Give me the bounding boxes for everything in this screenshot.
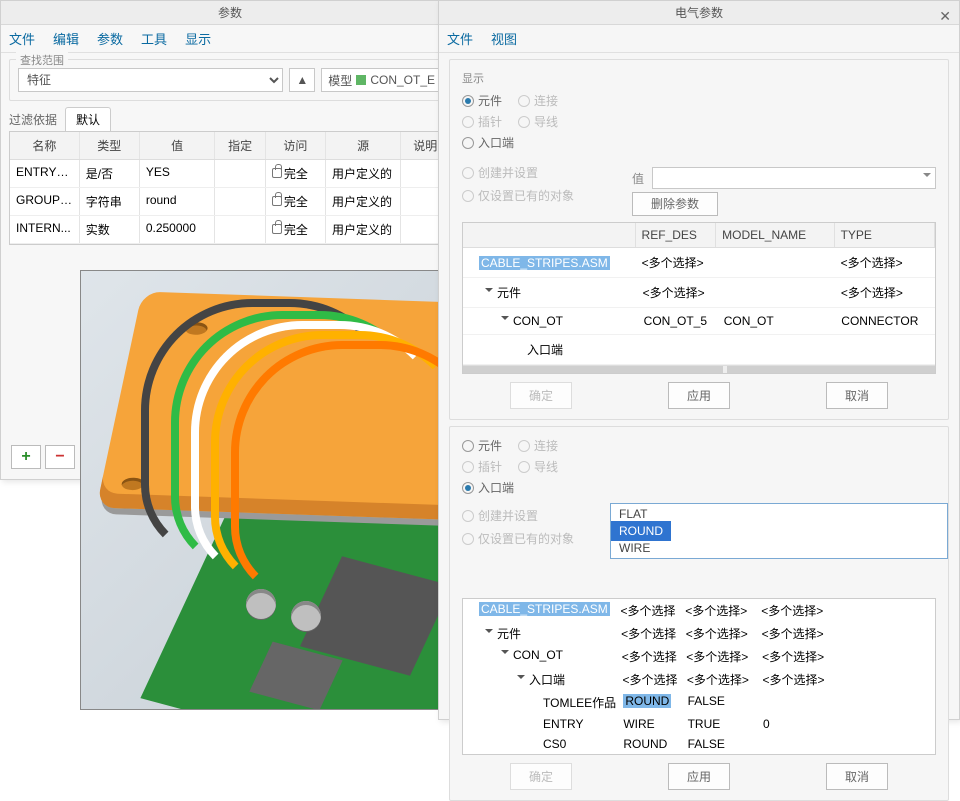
- expand-icon[interactable]: [517, 675, 525, 683]
- cancel-button-b[interactable]: 取消: [826, 763, 888, 790]
- search-scope-select[interactable]: 特征: [18, 68, 283, 92]
- radio-元件[interactable]: 元件: [462, 437, 502, 454]
- col-source[interactable]: 源: [326, 132, 402, 159]
- cancel-button-a[interactable]: 取消: [826, 382, 888, 409]
- tree-row[interactable]: CABLE_STRIPES.ASM <多个选择><多个选择>: [463, 248, 935, 278]
- radio-连接: 连接: [518, 92, 558, 109]
- tree-row[interactable]: CON_OT CON_OT_5CON_OTCONNECTOR: [463, 308, 935, 335]
- radio-插针: 插针: [462, 458, 502, 475]
- col-access[interactable]: 访问: [266, 132, 326, 159]
- dropdown-option[interactable]: WIRE: [611, 538, 947, 558]
- ok-button-b[interactable]: 确定: [510, 763, 572, 790]
- model-icon: [356, 75, 366, 85]
- filter-label: 过滤依据: [9, 111, 57, 128]
- table-row[interactable]: GROUPI...字符串round 完全 用户定义的: [10, 188, 450, 216]
- remove-button[interactable]: −: [45, 445, 75, 469]
- expand-icon[interactable]: [501, 316, 509, 324]
- col-type[interactable]: 类型: [80, 132, 140, 159]
- expand-icon[interactable]: [485, 629, 493, 637]
- menu-tools[interactable]: 工具: [141, 29, 167, 48]
- menu-display[interactable]: 显示: [185, 29, 211, 48]
- electrical-params-panel: 电气参数 ✕ 文件 视图 显示 元件连接插针导线入口端 创建并设置仅设置已有的对…: [438, 0, 960, 720]
- lock-icon: [272, 196, 282, 206]
- parameters-table: 名称 类型 值 指定 访问 源 说明 ENTRY_...是/否YES 完全 用户…: [9, 131, 451, 245]
- radio-创建并设置: 创建并设置: [462, 507, 538, 524]
- add-button[interactable]: +: [11, 445, 41, 469]
- 3d-viewport[interactable]: [80, 270, 440, 710]
- col-name[interactable]: 名称: [10, 132, 80, 159]
- parameters-menu: 文件 编辑 参数 工具 显示: [1, 25, 459, 53]
- value-combo[interactable]: [652, 167, 936, 189]
- pick-icon[interactable]: ▲: [289, 68, 315, 92]
- tree-row[interactable]: CS0 ROUNDFALSE: [463, 734, 935, 754]
- radio-插针: 插针: [462, 113, 502, 130]
- wire-orange: [231, 341, 440, 601]
- chevron-down-icon: [923, 173, 931, 181]
- tree-row[interactable]: TOMLEE作品 ROUNDFALSE: [463, 691, 935, 714]
- expand-icon[interactable]: [501, 650, 509, 658]
- menu-params[interactable]: 参数: [97, 29, 123, 48]
- display-label: 显示: [462, 70, 936, 86]
- radio-入口端[interactable]: 入口端: [462, 134, 514, 151]
- tree-row[interactable]: 元件 <多个选择<多个选择><多个选择>: [463, 622, 935, 645]
- tree-table-b: CABLE_STRIPES.ASM <多个选择<多个选择><多个选择> 元件 <…: [462, 598, 936, 755]
- search-scope-label: 查找范围: [16, 52, 68, 68]
- apply-button-b[interactable]: 应用: [668, 763, 730, 790]
- tree-row[interactable]: CON_OT <多个选择<多个选择><多个选择>: [463, 645, 935, 668]
- search-scope-group: 查找范围 特征 ▲ 模型 CON_OT_E: [9, 59, 451, 101]
- menu-view-r[interactable]: 视图: [491, 29, 517, 48]
- dropdown-option[interactable]: ROUND: [611, 521, 671, 541]
- radio-导线: 导线: [518, 113, 558, 130]
- col-value[interactable]: 值: [140, 132, 216, 159]
- radio-连接: 连接: [518, 437, 558, 454]
- tree-table-a: REF_DES MODEL_NAME TYPE CABLE_STRIPES.AS…: [462, 222, 936, 374]
- electrical-title: 电气参数: [675, 1, 723, 25]
- radio-仅设置已有的对象: 仅设置已有的对象: [462, 187, 574, 204]
- clamp-icon: [246, 589, 276, 619]
- table-row[interactable]: ENTRY_...是/否YES 完全 用户定义的: [10, 160, 450, 188]
- parameters-title: 参数: [1, 1, 459, 25]
- radio-仅设置已有的对象: 仅设置已有的对象: [462, 530, 574, 547]
- menu-file-r[interactable]: 文件: [447, 29, 473, 48]
- clamp-icon: [291, 601, 321, 631]
- tree-row[interactable]: ENTRY WIRETRUE0: [463, 714, 935, 734]
- filter-tab-default[interactable]: 默认: [65, 107, 111, 131]
- apply-button-a[interactable]: 应用: [668, 382, 730, 409]
- table-row[interactable]: INTERN...实数0.250000 完全 用户定义的: [10, 216, 450, 244]
- tree-row[interactable]: 入口端 <多个选择<多个选择><多个选择>: [463, 668, 935, 691]
- value-label: 值: [632, 170, 644, 187]
- lower-section: 元件连接插针导线入口端 创建并设置仅设置已有的对象 值 ROUND CABLE_…: [449, 426, 949, 801]
- tree-row[interactable]: CABLE_STRIPES.ASM <多个选择<多个选择><多个选择>: [463, 599, 935, 622]
- radio-元件[interactable]: 元件: [462, 92, 502, 109]
- model-select[interactable]: 模型 CON_OT_E: [321, 68, 442, 92]
- tree-row[interactable]: 入口端: [463, 335, 935, 365]
- expand-icon[interactable]: [485, 288, 493, 296]
- menu-file[interactable]: 文件: [9, 29, 35, 48]
- lock-icon: [272, 168, 282, 178]
- value-dropdown[interactable]: FLATROUNDWIRE: [610, 503, 948, 559]
- col-assign[interactable]: 指定: [215, 132, 266, 159]
- ok-button-a[interactable]: 确定: [510, 382, 572, 409]
- delete-param-button[interactable]: 删除参数: [632, 192, 718, 216]
- upper-section: 显示 元件连接插针导线入口端 创建并设置仅设置已有的对象 值 删除参数 REF_…: [449, 59, 949, 420]
- lock-icon: [272, 224, 282, 234]
- radio-导线: 导线: [518, 458, 558, 475]
- menu-edit[interactable]: 编辑: [53, 29, 79, 48]
- tree-row[interactable]: 元件 <多个选择><多个选择>: [463, 278, 935, 308]
- close-icon[interactable]: ✕: [939, 4, 951, 28]
- radio-创建并设置: 创建并设置: [462, 164, 538, 181]
- radio-入口端[interactable]: 入口端: [462, 479, 514, 496]
- h-scrollbar[interactable]: [463, 365, 935, 373]
